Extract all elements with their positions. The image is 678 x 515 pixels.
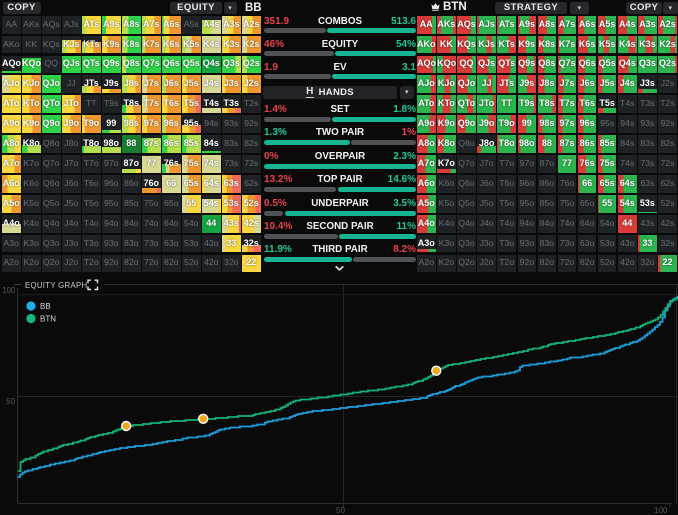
svg-text:EQUITY GRAPH: EQUITY GRAPH	[25, 281, 87, 290]
svg-text:100: 100	[654, 506, 668, 515]
svg-text:100: 100	[2, 286, 16, 295]
svg-text:50: 50	[336, 506, 345, 515]
svg-text:BB: BB	[40, 302, 51, 311]
svg-text:BTN: BTN	[40, 315, 56, 324]
svg-text:50: 50	[6, 397, 15, 406]
